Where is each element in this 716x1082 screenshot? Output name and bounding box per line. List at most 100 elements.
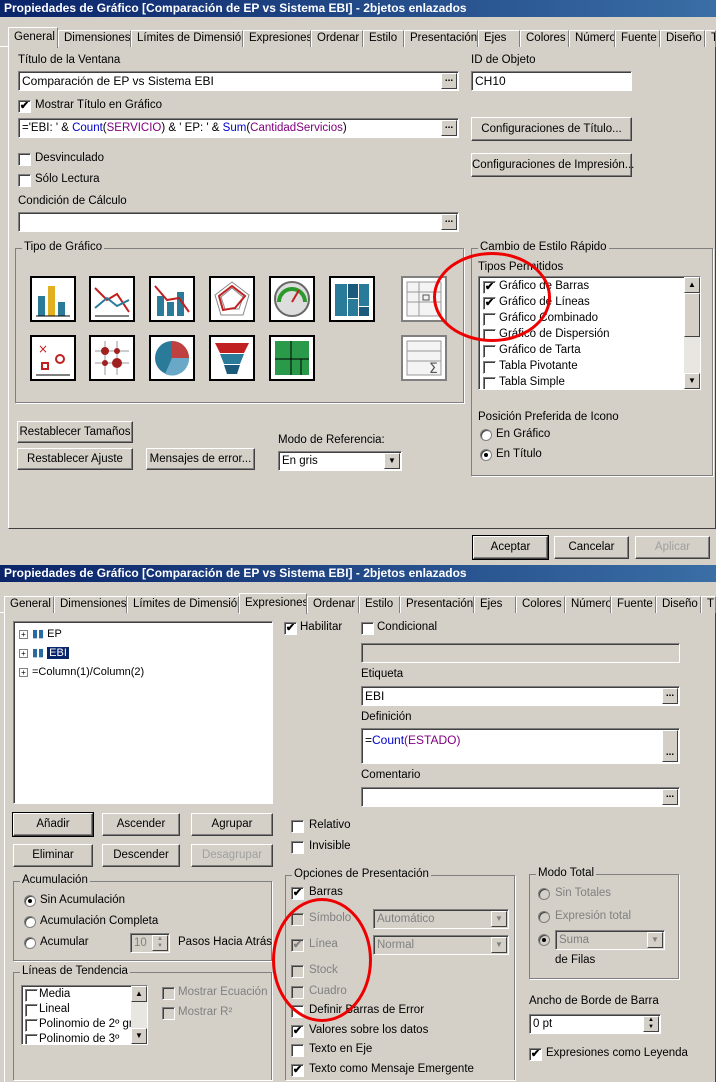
conditional-checkbox[interactable] bbox=[361, 622, 374, 635]
tab-general[interactable]: General bbox=[4, 596, 54, 613]
allowed-type-checkbox[interactable] bbox=[483, 361, 496, 374]
reference-mode-select[interactable]: En gris ▼ bbox=[278, 451, 402, 471]
text-on-axis-checkbox[interactable] bbox=[291, 1044, 304, 1057]
no-accumulation-radio[interactable] bbox=[24, 895, 36, 907]
delete-button[interactable]: Eliminar bbox=[13, 844, 93, 867]
mekko-chart-icon[interactable] bbox=[329, 276, 375, 322]
ungroup-button[interactable]: Desagrupar bbox=[191, 844, 273, 867]
apply-button[interactable]: Aplicar bbox=[635, 536, 710, 559]
scroll-up-icon[interactable]: ▲ bbox=[131, 986, 147, 1002]
tree-item-ep[interactable]: + ▮▮ EP bbox=[19, 627, 62, 640]
grid-chart-icon[interactable] bbox=[89, 335, 135, 381]
chart-title-ellipsis-button[interactable]: ... bbox=[441, 120, 457, 136]
tab-estilo[interactable]: Estilo bbox=[363, 30, 404, 47]
icon-pos-title-radio[interactable] bbox=[480, 449, 492, 461]
scatter-chart-icon[interactable]: × bbox=[30, 335, 76, 381]
title-settings-button[interactable]: Configuraciones de Título... bbox=[471, 117, 632, 141]
tab-limites[interactable]: Límites de Dimensión bbox=[131, 30, 243, 47]
error-messages-button[interactable]: Mensajes de error... bbox=[146, 448, 255, 470]
allowed-type-checkbox[interactable] bbox=[483, 377, 496, 389]
ok-button[interactable]: Aceptar bbox=[472, 535, 549, 560]
window2-title-bar[interactable]: Propiedades de Gráfico [Comparación de E… bbox=[0, 565, 716, 582]
tab-presentacion[interactable]: Presentación bbox=[404, 30, 478, 47]
tab-colores[interactable]: Colores bbox=[516, 596, 565, 613]
trendlines-scrollbar[interactable]: ▲ ▼ bbox=[131, 986, 147, 1044]
chart-title-expression-field[interactable]: ='EBI: ' & Count(SERVICIO) & ' EP: ' & S… bbox=[18, 118, 459, 138]
funnel-chart-icon[interactable] bbox=[209, 335, 255, 381]
steps-spinner[interactable]: 10 ▲ ▼ bbox=[130, 933, 170, 953]
add-button[interactable]: Añadir bbox=[12, 812, 94, 837]
tree-item-formula[interactable]: + =Column(1)/Column(2) bbox=[19, 666, 144, 678]
line-chart-icon[interactable] bbox=[89, 276, 135, 322]
block-chart-icon[interactable] bbox=[269, 335, 315, 381]
show-title-checkbox[interactable]: ✔ bbox=[18, 100, 31, 113]
bar-border-spinner[interactable]: 0 pt ▲ ▼ bbox=[529, 1014, 661, 1034]
sum-select[interactable]: Suma ▼ bbox=[555, 930, 665, 950]
comment-field[interactable]: ... bbox=[361, 787, 680, 807]
chevron-down-icon[interactable]: ▼ bbox=[384, 453, 400, 469]
values-on-data-checkbox[interactable]: ✔ bbox=[291, 1025, 304, 1038]
invisible-checkbox[interactable] bbox=[291, 841, 304, 854]
comment-ellipsis-button[interactable]: ... bbox=[662, 789, 678, 805]
trendlines-list[interactable]: Media Lineal Polinomio de 2º grad Polino… bbox=[21, 985, 148, 1045]
tree-item-ebi[interactable]: + ▮▮ EBI bbox=[19, 646, 69, 659]
show-equation-checkbox[interactable] bbox=[162, 987, 175, 1000]
tab-dimensiones[interactable]: Dimensiones bbox=[54, 596, 127, 613]
tag-field[interactable]: EBI ... bbox=[361, 686, 680, 706]
relative-checkbox[interactable] bbox=[291, 820, 304, 833]
bars-checkbox[interactable]: ✔ bbox=[291, 887, 304, 900]
scroll-thumb[interactable] bbox=[684, 293, 700, 337]
tab-dimensiones[interactable]: Dimensiones bbox=[58, 30, 131, 47]
group-button[interactable]: Agrupar bbox=[191, 813, 273, 836]
tab-fuente[interactable]: Fuente bbox=[611, 596, 656, 613]
scroll-down-icon[interactable]: ▼ bbox=[684, 373, 700, 389]
trendline-checkbox[interactable] bbox=[25, 1019, 38, 1032]
window-title-bar[interactable]: Propiedades de Gráfico [Comparación de E… bbox=[0, 0, 716, 17]
tab-presentacion[interactable]: Presentación bbox=[400, 596, 474, 613]
spinner-arrows-icon[interactable]: ▲ ▼ bbox=[152, 935, 168, 951]
tab-numero[interactable]: Número bbox=[565, 596, 611, 613]
calc-condition-field[interactable]: ... bbox=[18, 212, 459, 232]
expression-tree[interactable]: + ▮▮ EP + ▮▮ EBI + =Column(1)/Column(2) bbox=[13, 621, 273, 804]
tab-general[interactable]: General bbox=[8, 27, 58, 48]
conditional-field[interactable] bbox=[361, 643, 680, 663]
show-r2-checkbox[interactable] bbox=[162, 1007, 175, 1020]
tab-ejes[interactable]: Ejes bbox=[474, 596, 516, 613]
tab-diseno[interactable]: Diseño bbox=[656, 596, 701, 613]
line-style-select[interactable]: Normal ▼ bbox=[373, 935, 509, 955]
text-popup-checkbox[interactable]: ✔ bbox=[291, 1064, 304, 1077]
cancel-button[interactable]: Cancelar bbox=[554, 536, 629, 559]
tab-more[interactable]: T bbox=[705, 30, 716, 47]
no-totals-radio[interactable] bbox=[538, 888, 550, 900]
detached-checkbox[interactable] bbox=[18, 153, 31, 166]
window-title-field[interactable]: Comparación de EP vs Sistema EBI ... bbox=[18, 71, 459, 91]
radar-chart-icon[interactable] bbox=[209, 276, 255, 322]
descend-button[interactable]: Descender bbox=[102, 844, 180, 867]
allowed-types-scrollbar[interactable]: ▲ ▼ bbox=[684, 277, 700, 389]
icon-pos-chart-radio[interactable] bbox=[480, 429, 492, 441]
tab-expresiones[interactable]: Expresiones bbox=[239, 593, 307, 614]
tab-numero[interactable]: Número bbox=[569, 30, 615, 47]
straight-table-icon[interactable]: Σ bbox=[401, 335, 447, 381]
combo-chart-icon[interactable] bbox=[149, 276, 195, 322]
chevron-down-icon[interactable]: ▼ bbox=[491, 911, 507, 927]
allowed-type-checkbox[interactable] bbox=[483, 345, 496, 358]
trendline-checkbox[interactable] bbox=[25, 1034, 38, 1044]
chevron-down-icon[interactable]: ▼ bbox=[491, 937, 507, 953]
accumulate-radio[interactable] bbox=[24, 937, 36, 949]
pie-chart-icon[interactable] bbox=[149, 335, 195, 381]
enable-checkbox[interactable]: ✔ bbox=[284, 622, 297, 635]
gauge-chart-icon[interactable] bbox=[269, 276, 315, 322]
window-title-ellipsis-button[interactable]: ... bbox=[441, 73, 457, 89]
sum-radio[interactable] bbox=[538, 934, 550, 946]
scroll-down-icon[interactable]: ▼ bbox=[131, 1028, 147, 1044]
trendline-checkbox[interactable] bbox=[25, 1004, 38, 1017]
scroll-up-icon[interactable]: ▲ bbox=[684, 277, 700, 293]
tag-ellipsis-button[interactable]: ... bbox=[662, 688, 678, 704]
bar-chart-icon[interactable] bbox=[30, 276, 76, 322]
tab-limites[interactable]: Límites de Dimensión bbox=[127, 596, 239, 613]
reset-fit-button[interactable]: Restablecer Ajuste bbox=[17, 448, 133, 470]
chevron-down-icon[interactable]: ▼ bbox=[647, 932, 663, 948]
expr-legend-checkbox[interactable]: ✔ bbox=[529, 1048, 542, 1061]
calc-condition-ellipsis-button[interactable]: ... bbox=[441, 214, 457, 230]
